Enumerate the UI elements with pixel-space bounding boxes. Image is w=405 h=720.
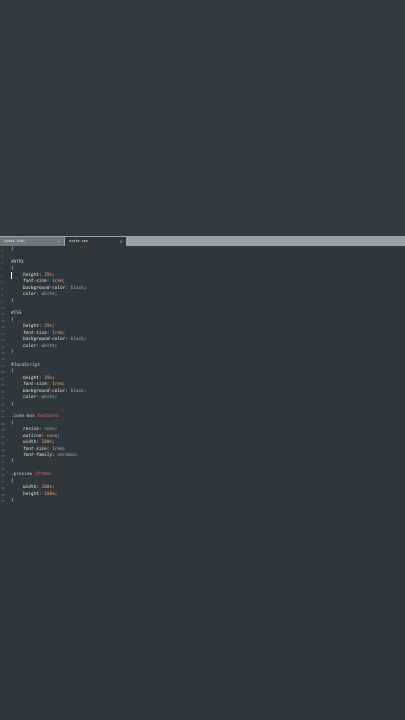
code-token: textarea — [37, 414, 59, 420]
code-token: #JavaScript — [11, 362, 41, 368]
code-token: #HTML — [11, 259, 25, 265]
tab-label: style.css — [69, 239, 88, 243]
code-token: } — [11, 401, 14, 407]
code-token: color — [23, 292, 37, 298]
code-token: height — [23, 324, 39, 330]
code-token: background-color — [23, 337, 66, 343]
code-token: 1rem — [52, 279, 63, 285]
code-token: none — [44, 427, 55, 433]
code-token: } — [11, 459, 14, 465]
code-token: ; — [83, 285, 87, 291]
code-token: } — [11, 247, 14, 252]
code-token: { — [11, 420, 14, 426]
code-token: ; — [83, 337, 87, 343]
tab-bar: index.html × style.css × — [0, 236, 405, 246]
tab-style-css[interactable]: style.css × — [65, 237, 126, 246]
code-token: color — [23, 343, 37, 349]
code-token: .preview — [11, 472, 35, 478]
code-token: font-size — [23, 279, 47, 285]
code-token: { — [11, 369, 14, 375]
code-token: white — [41, 343, 55, 349]
tab-label: index.html — [4, 239, 26, 243]
code-token: } — [11, 498, 14, 504]
code-token: resize — [23, 427, 39, 433]
code-token: 100% — [41, 440, 53, 446]
code-token: { — [11, 266, 14, 272]
code-area[interactable]: 1} 2 3 #HTML 4{5 height: 35%; 6 font-size: 1rem… — [0, 247, 405, 505]
code-token: { — [11, 317, 14, 323]
code-token: color — [23, 395, 37, 401]
code-token: ; — [52, 324, 55, 330]
code-token: height — [23, 375, 39, 381]
code-token: } — [11, 350, 14, 355]
close-icon[interactable]: × — [58, 237, 60, 246]
code-editor-window: index.html × style.css × 1} 2 3 #HTML 4{5 hei… — [0, 236, 405, 720]
code-token: background-color — [23, 388, 66, 394]
code-token: outline — [23, 433, 42, 439]
code-text: } — [11, 498, 14, 504]
code-token: none — [46, 433, 58, 439]
code-token: ; — [52, 272, 55, 278]
code-token: white — [41, 395, 55, 401]
code-token: 100% — [41, 485, 53, 491]
code-token: 1rem — [52, 382, 63, 388]
code-token: height — [23, 491, 39, 497]
code-token: ; — [54, 292, 58, 298]
code-token: ; — [52, 375, 55, 381]
close-icon[interactable]: × — [120, 237, 122, 246]
code-token: ; — [52, 440, 55, 446]
code-token: ; — [62, 446, 66, 452]
code-token: ; — [57, 433, 61, 439]
code-token: 100% — [44, 491, 55, 497]
code-token: black — [70, 285, 84, 291]
code-token: ; — [54, 427, 58, 433]
code-token: ; — [75, 453, 79, 458]
code-token: height — [23, 272, 39, 278]
code-token: black — [70, 337, 84, 343]
code-token: background-color — [23, 285, 66, 291]
code-token: iframe — [34, 472, 51, 478]
code-token: ; — [54, 395, 58, 401]
code-token: { — [11, 478, 14, 484]
code-token: width — [23, 440, 37, 446]
code-token: width — [23, 485, 37, 491]
code-token: .code-box — [11, 414, 38, 420]
code-token: font-size — [23, 446, 47, 452]
code-token: 35% — [44, 272, 53, 278]
code-token: white — [41, 292, 55, 298]
code-token: ; — [52, 485, 55, 491]
text-cursor — [11, 272, 12, 279]
code-token: ; — [83, 388, 87, 394]
code-token: font-family — [23, 453, 53, 458]
code-token: font-size — [23, 330, 47, 336]
code-token: ; — [62, 382, 66, 388]
line-number: 40 — [1, 499, 5, 504]
code-token: 35% — [44, 375, 53, 381]
code-line[interactable]: 40} — [0, 498, 405, 504]
code-token: black — [70, 388, 84, 394]
code-token: ; — [54, 343, 58, 349]
code-token: 35% — [44, 324, 53, 330]
code-token: 1rem — [52, 330, 63, 336]
code-token: #CSS — [11, 311, 22, 317]
code-token: ; — [54, 491, 58, 497]
code-token: } — [11, 298, 14, 304]
code-token: font-size — [23, 382, 47, 388]
code-token: ; — [62, 279, 66, 285]
code-token: verdana — [57, 453, 76, 458]
code-token: ; — [62, 330, 66, 336]
tab-index-html[interactable]: index.html × — [0, 237, 64, 246]
code-token: 1rem — [52, 446, 63, 452]
